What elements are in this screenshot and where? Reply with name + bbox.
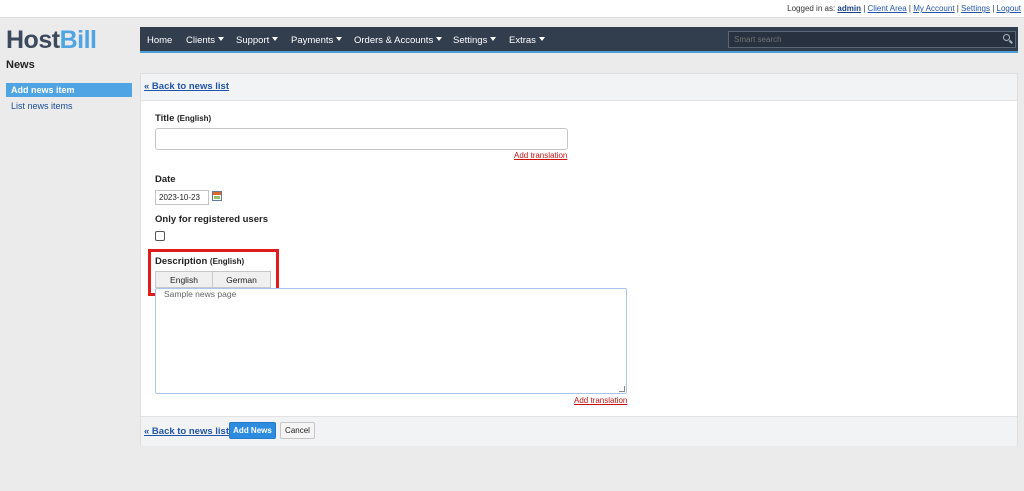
top-bar: Logged in as: admin | Client Area | My A… <box>0 0 1024 18</box>
settings-link[interactable]: Settings <box>961 4 990 13</box>
date-label: Date <box>155 174 176 185</box>
registered-users-checkbox[interactable] <box>155 231 165 241</box>
add-translation-description-link[interactable]: Add translation <box>574 396 627 405</box>
nav-label: Orders & Accounts <box>354 35 434 46</box>
nav-home[interactable]: Home <box>147 35 172 46</box>
title-label-text: Title <box>155 113 175 124</box>
title-language: (English) <box>177 114 212 123</box>
calendar-icon[interactable] <box>212 191 222 201</box>
main-nav: Home Clients Support Payments Orders & A… <box>140 27 1018 53</box>
caret-down-icon <box>336 37 343 41</box>
nav-label: Support <box>236 35 270 46</box>
my-account-link[interactable]: My Account <box>913 4 954 13</box>
nav-clients[interactable]: Clients <box>186 35 225 46</box>
back-to-news-list-link-bottom[interactable]: « Back to news list <box>144 426 229 437</box>
nav-label: Payments <box>291 35 334 46</box>
nav-label: Home <box>147 35 173 46</box>
cancel-button[interactable]: Cancel <box>280 422 315 439</box>
sidebar-item-list-news[interactable]: List news items <box>6 99 132 113</box>
registered-users-label: Only for registered users <box>155 214 268 225</box>
sidebar-item-add-news[interactable]: Add news item <box>6 83 132 97</box>
hostbill-logo[interactable]: HostBill <box>6 26 97 54</box>
caret-down-icon <box>490 37 497 41</box>
add-news-button[interactable]: Add News <box>229 422 276 439</box>
panel-header <box>141 74 1017 101</box>
account-links: Logged in as: admin | Client Area | My A… <box>787 4 1021 13</box>
caret-down-icon <box>538 37 545 41</box>
nav-settings[interactable]: Settings <box>453 35 497 46</box>
nav-label: Clients <box>186 35 216 46</box>
nav-orders-accounts[interactable]: Orders & Accounts <box>354 35 443 46</box>
smart-search-input[interactable] <box>728 31 1016 48</box>
resize-handle-icon[interactable] <box>619 386 625 392</box>
logo-text-host: Host <box>6 26 60 54</box>
title-label: Title (English) <box>155 113 211 124</box>
caret-down-icon <box>218 37 225 41</box>
nav-extras[interactable]: Extras <box>509 35 545 46</box>
nav-support[interactable]: Support <box>236 35 279 46</box>
back-to-news-list-link[interactable]: « Back to news list <box>144 81 229 92</box>
user-link[interactable]: admin <box>837 4 861 13</box>
nav-label: Settings <box>453 35 488 46</box>
logged-in-label: Logged in as: <box>787 4 836 13</box>
date-input[interactable] <box>155 190 209 205</box>
caret-down-icon <box>272 37 279 41</box>
nav-label: Extras <box>509 35 536 46</box>
description-textarea[interactable]: Sample news page <box>155 288 627 394</box>
logo-text-bill: Bill <box>59 26 97 54</box>
title-input[interactable] <box>155 128 568 150</box>
section-title: News <box>6 59 35 71</box>
logout-link[interactable]: Logout <box>997 4 1021 13</box>
caret-down-icon <box>436 37 443 41</box>
nav-payments[interactable]: Payments <box>291 35 343 46</box>
search-icon[interactable] <box>1003 34 1010 41</box>
client-area-link[interactable]: Client Area <box>868 4 907 13</box>
add-translation-title-link[interactable]: Add translation <box>514 151 567 160</box>
